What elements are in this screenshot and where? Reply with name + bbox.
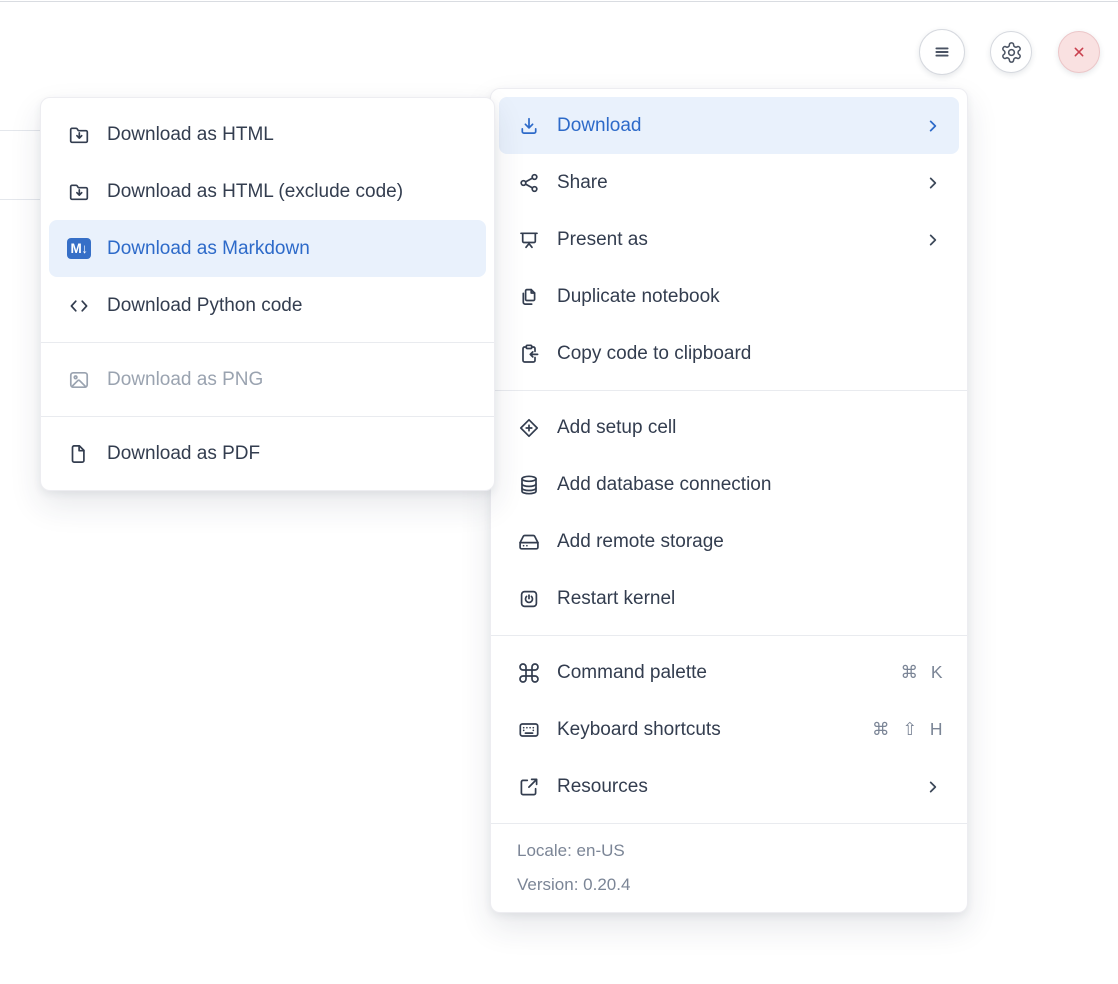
close-icon bbox=[1068, 41, 1090, 63]
power-icon bbox=[517, 587, 541, 611]
hamburger-icon bbox=[930, 40, 954, 64]
folder-download-icon bbox=[67, 180, 91, 204]
menu-item-add-database-connection[interactable]: Add database connection bbox=[491, 456, 967, 513]
menu-item-resources[interactable]: Resources bbox=[491, 758, 967, 815]
menu-item-download-as-html[interactable]: Download as HTML bbox=[41, 106, 494, 163]
background-grid-line bbox=[0, 130, 41, 131]
menu-item-command-palette[interactable]: Command palette ⌘ K bbox=[491, 644, 967, 701]
menu-item-label: Download Python code bbox=[107, 295, 302, 317]
chevron-right-icon bbox=[923, 173, 943, 193]
menu-separator bbox=[491, 635, 967, 636]
download-submenu: Download as HTML Download as HTML (exclu… bbox=[40, 97, 495, 491]
menu-footer: Locale: en-US Version: 0.20.4 bbox=[491, 823, 967, 912]
menu-item-share[interactable]: Share bbox=[491, 154, 967, 211]
menu-separator bbox=[41, 342, 494, 343]
menu-item-duplicate-notebook[interactable]: Duplicate notebook bbox=[491, 268, 967, 325]
shortcut-label: ⌘ K bbox=[900, 662, 943, 683]
chevron-right-icon bbox=[923, 230, 943, 250]
markdown-icon: M↓ bbox=[67, 237, 91, 261]
menu-item-label: Download as HTML bbox=[107, 124, 274, 146]
hard-drive-icon bbox=[517, 530, 541, 554]
menu-separator bbox=[41, 416, 494, 417]
chevron-right-icon bbox=[923, 116, 943, 136]
menu-item-download-as-markdown[interactable]: M↓ Download as Markdown bbox=[49, 220, 486, 277]
menu-item-download-python-code[interactable]: Download Python code bbox=[41, 277, 494, 334]
database-icon bbox=[517, 473, 541, 497]
menu-item-present-as[interactable]: Present as bbox=[491, 211, 967, 268]
keyboard-icon bbox=[517, 718, 541, 742]
menu-item-label: Copy code to clipboard bbox=[557, 343, 751, 365]
duplicate-icon bbox=[517, 285, 541, 309]
main-menu: Download Share Present as bbox=[490, 88, 968, 913]
menu-item-label: Download as HTML (exclude code) bbox=[107, 181, 403, 203]
menu-item-label: Share bbox=[557, 172, 608, 194]
shortcut-label: ⌘ ⇧ H bbox=[872, 719, 943, 740]
menu-item-download-as-png: Download as PNG bbox=[41, 351, 494, 408]
top-divider bbox=[0, 1, 1118, 2]
command-icon bbox=[517, 661, 541, 685]
menu-item-keyboard-shortcuts[interactable]: Keyboard shortcuts ⌘ ⇧ H bbox=[491, 701, 967, 758]
file-icon bbox=[67, 442, 91, 466]
menu-item-label: Restart kernel bbox=[557, 588, 675, 610]
menu-item-restart-kernel[interactable]: Restart kernel bbox=[491, 570, 967, 627]
external-link-icon bbox=[517, 775, 541, 799]
gear-icon bbox=[1000, 41, 1023, 64]
menu-item-add-remote-storage[interactable]: Add remote storage bbox=[491, 513, 967, 570]
version-label: Version: 0.20.4 bbox=[517, 868, 941, 902]
menu-item-download-as-pdf[interactable]: Download as PDF bbox=[41, 425, 494, 482]
menu-item-copy-code-to-clipboard[interactable]: Copy code to clipboard bbox=[491, 325, 967, 382]
menu-button[interactable] bbox=[919, 29, 965, 75]
settings-button[interactable] bbox=[990, 31, 1032, 73]
menu-item-add-setup-cell[interactable]: Add setup cell bbox=[491, 399, 967, 456]
download-icon bbox=[517, 114, 541, 138]
share-icon bbox=[517, 171, 541, 195]
menu-item-label: Command palette bbox=[557, 662, 707, 684]
menu-item-label: Add database connection bbox=[557, 474, 771, 496]
menu-item-label: Download bbox=[557, 115, 642, 137]
menu-item-label: Resources bbox=[557, 776, 648, 798]
menu-item-label: Download as Markdown bbox=[107, 238, 310, 260]
menu-item-label: Keyboard shortcuts bbox=[557, 719, 721, 741]
menu-item-label: Add setup cell bbox=[557, 417, 676, 439]
image-icon bbox=[67, 368, 91, 392]
code-icon bbox=[67, 294, 91, 318]
menu-item-download-as-html-exclude-code[interactable]: Download as HTML (exclude code) bbox=[41, 163, 494, 220]
chevron-right-icon bbox=[923, 777, 943, 797]
menu-item-label: Download as PDF bbox=[107, 443, 260, 465]
locale-label: Locale: en-US bbox=[517, 834, 941, 868]
close-button[interactable] bbox=[1058, 31, 1100, 73]
folder-download-icon bbox=[67, 123, 91, 147]
menu-item-label: Add remote storage bbox=[557, 531, 724, 553]
menu-item-download[interactable]: Download bbox=[499, 97, 959, 154]
background-grid-line bbox=[0, 199, 41, 200]
menu-separator bbox=[491, 390, 967, 391]
clipboard-import-icon bbox=[517, 342, 541, 366]
menu-item-label: Download as PNG bbox=[107, 369, 263, 391]
menu-item-label: Present as bbox=[557, 229, 648, 251]
presentation-icon bbox=[517, 228, 541, 252]
menu-item-label: Duplicate notebook bbox=[557, 286, 720, 308]
diamond-plus-icon bbox=[517, 416, 541, 440]
